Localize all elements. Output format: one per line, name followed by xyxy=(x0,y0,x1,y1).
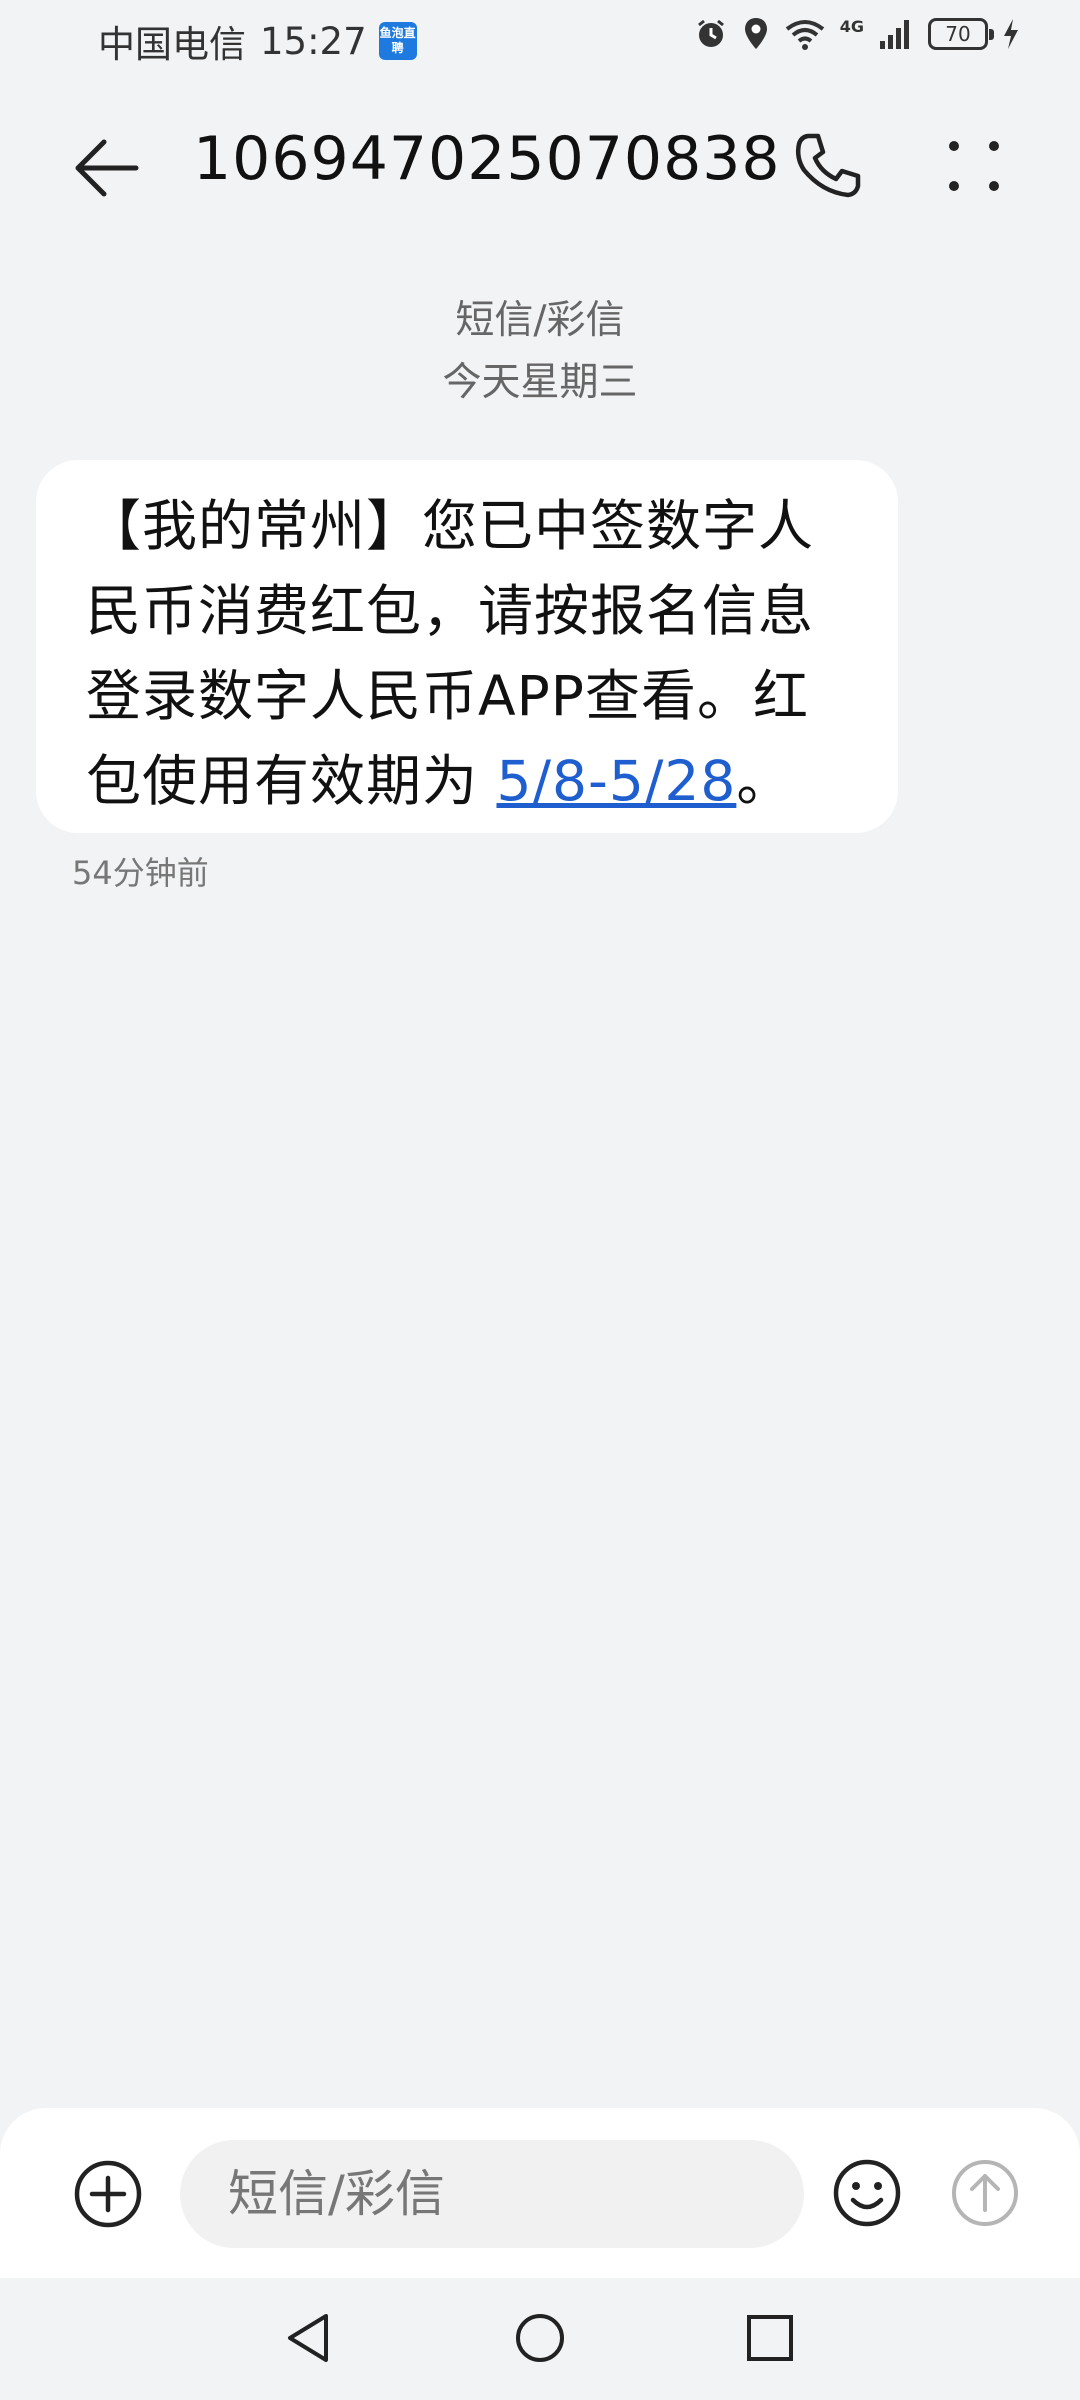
battery-indicator: 70 xyxy=(928,18,994,50)
charging-icon xyxy=(1004,19,1018,49)
nav-home-button[interactable] xyxy=(510,2308,570,2368)
nav-recent-apps-button[interactable] xyxy=(740,2308,800,2368)
compose-bar xyxy=(0,2108,1080,2278)
message-input[interactable] xyxy=(180,2140,804,2248)
add-attachment-button[interactable] xyxy=(70,2156,146,2232)
status-bar: 中国电信 15:27 鱼泡直聘 4G 70 xyxy=(0,0,1080,80)
conversation-header: 106947025070838 xyxy=(0,100,1080,230)
message-text-end: 。 xyxy=(736,749,793,813)
status-right: 4G 70 xyxy=(694,16,1020,52)
wifi-icon xyxy=(785,20,824,50)
status-left: 中国电信 15:27 鱼泡直聘 xyxy=(98,14,417,68)
triangle-back-icon xyxy=(288,2314,328,2362)
message-text: 【我的常州】您已中签数字人民币消费红包，请按报名信息登录数字人民币APP查看。红… xyxy=(86,484,858,824)
square-recent-icon xyxy=(747,2315,793,2361)
date-label: 今天星期三 xyxy=(442,360,638,405)
location-icon xyxy=(744,18,767,49)
back-button[interactable] xyxy=(68,128,148,208)
system-navigation-bar xyxy=(0,2278,1080,2400)
conversation-meta: 短信/彩信 今天星期三 xyxy=(0,290,1080,414)
emoji-button[interactable] xyxy=(828,2154,906,2232)
back-arrow-icon xyxy=(75,139,139,197)
circle-home-icon xyxy=(516,2314,564,2362)
clock: 15:27 xyxy=(260,19,367,63)
more-dots-icon xyxy=(949,141,999,191)
message-bubble[interactable]: 【我的常州】您已中签数字人民币消费红包，请按报名信息登录数字人民币APP查看。红… xyxy=(36,460,898,833)
app-notification-badge: 鱼泡直聘 xyxy=(378,22,417,60)
signal-icon xyxy=(880,20,909,49)
phone-icon xyxy=(795,133,861,198)
more-options-button[interactable] xyxy=(940,132,1008,200)
plus-circle-icon xyxy=(74,2160,142,2228)
nav-back-button[interactable] xyxy=(280,2308,340,2368)
channel-label: 短信/彩信 xyxy=(455,298,625,343)
date-range-link[interactable]: 5/8-5/28 xyxy=(496,749,736,813)
message-timestamp: 54分钟前 xyxy=(72,854,209,892)
contact-number-title: 106947025070838 xyxy=(193,124,781,194)
smiley-icon xyxy=(833,2159,901,2227)
send-arrow-icon xyxy=(952,2160,1018,2226)
network-type-label: 4G xyxy=(839,16,864,36)
send-button[interactable] xyxy=(948,2156,1022,2230)
alarm-icon xyxy=(697,19,724,47)
carrier-label: 中国电信 xyxy=(98,23,246,66)
call-button[interactable] xyxy=(790,128,866,204)
